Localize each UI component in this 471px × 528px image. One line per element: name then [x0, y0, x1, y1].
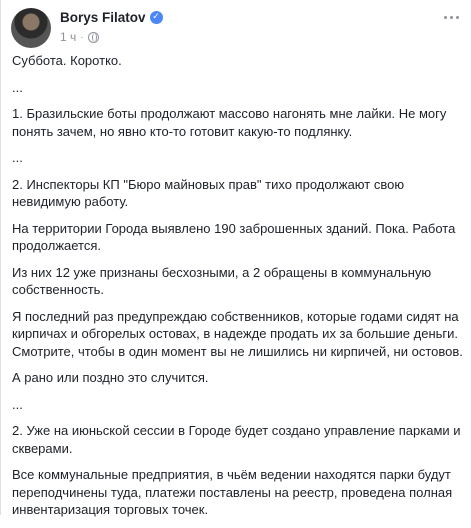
post-paragraph: Суббота. Коротко. — [12, 53, 122, 68]
post-paragraph: Все коммунальные предприятия, в чьём вед… — [12, 467, 453, 517]
post-timestamp[interactable]: 1 ч — [60, 30, 76, 44]
author-avatar[interactable] — [11, 8, 51, 48]
post-paragraph: Из них 12 уже признаны бесхозными, а 2 о… — [12, 264, 432, 298]
post-header: Borys Filatov ✓ 1 ч · — [11, 6, 466, 48]
facebook-post: Borys Filatov ✓ 1 ч · Суббота. Коротко. … — [0, 0, 471, 517]
post-text: Суббота. Коротко. ... 1. Бразильские бот… — [12, 52, 464, 528]
post-paragraph: 1. Бразильские боты продолжают массово н… — [12, 106, 447, 139]
post-paragraph: 2. Уже на июньской сессии в Городе будет… — [12, 423, 461, 456]
post-meta: 1 ч · — [60, 30, 99, 44]
globe-icon[interactable] — [87, 31, 99, 43]
post-paragraph: ... — [12, 79, 23, 95]
post-paragraph: На территории Города выявлено 190 заброш… — [12, 220, 456, 254]
post-paragraph: Я последний раз предупреждаю собственник… — [12, 308, 463, 359]
post-paragraph: 2. Инспекторы КП "Бюро майновых прав" ти… — [12, 176, 405, 210]
author-name[interactable]: Borys Filatov — [60, 10, 146, 25]
more-options-icon[interactable] — [442, 12, 460, 22]
post-paragraph: ... — [12, 396, 23, 412]
post-paragraph: А рано или поздно это случится. — [12, 370, 209, 385]
author-name-row: Borys Filatov ✓ — [60, 10, 163, 25]
verified-badge-icon: ✓ — [149, 11, 163, 24]
meta-separator: · — [80, 31, 84, 43]
post-paragraph: ... — [12, 150, 23, 165]
